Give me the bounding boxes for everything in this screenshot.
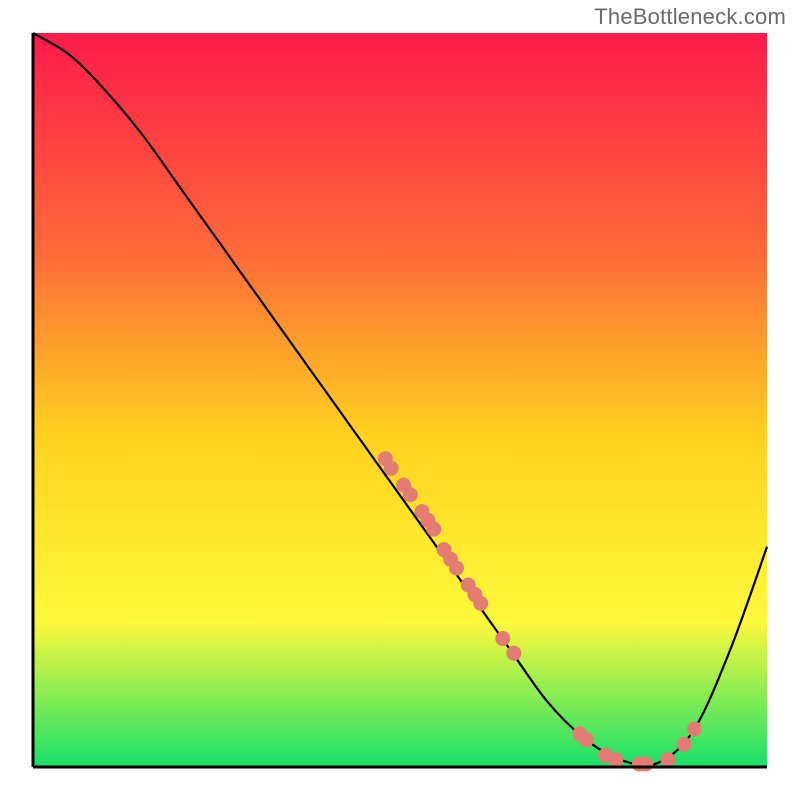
data-point (449, 561, 464, 576)
data-point (403, 487, 418, 502)
data-point (579, 732, 594, 747)
gradient-background (33, 33, 767, 767)
data-point (384, 461, 399, 476)
chart-container: TheBottleneck.com (0, 0, 800, 800)
chart-svg (0, 0, 800, 800)
data-point (506, 646, 521, 661)
plot-area (33, 33, 767, 772)
data-point (660, 752, 675, 767)
data-point (473, 596, 488, 611)
data-point (638, 757, 653, 772)
data-point (495, 631, 510, 646)
data-point (426, 522, 441, 537)
data-point (687, 721, 702, 736)
data-point (608, 752, 623, 767)
watermark-text: TheBottleneck.com (594, 4, 786, 30)
data-point (677, 737, 692, 752)
